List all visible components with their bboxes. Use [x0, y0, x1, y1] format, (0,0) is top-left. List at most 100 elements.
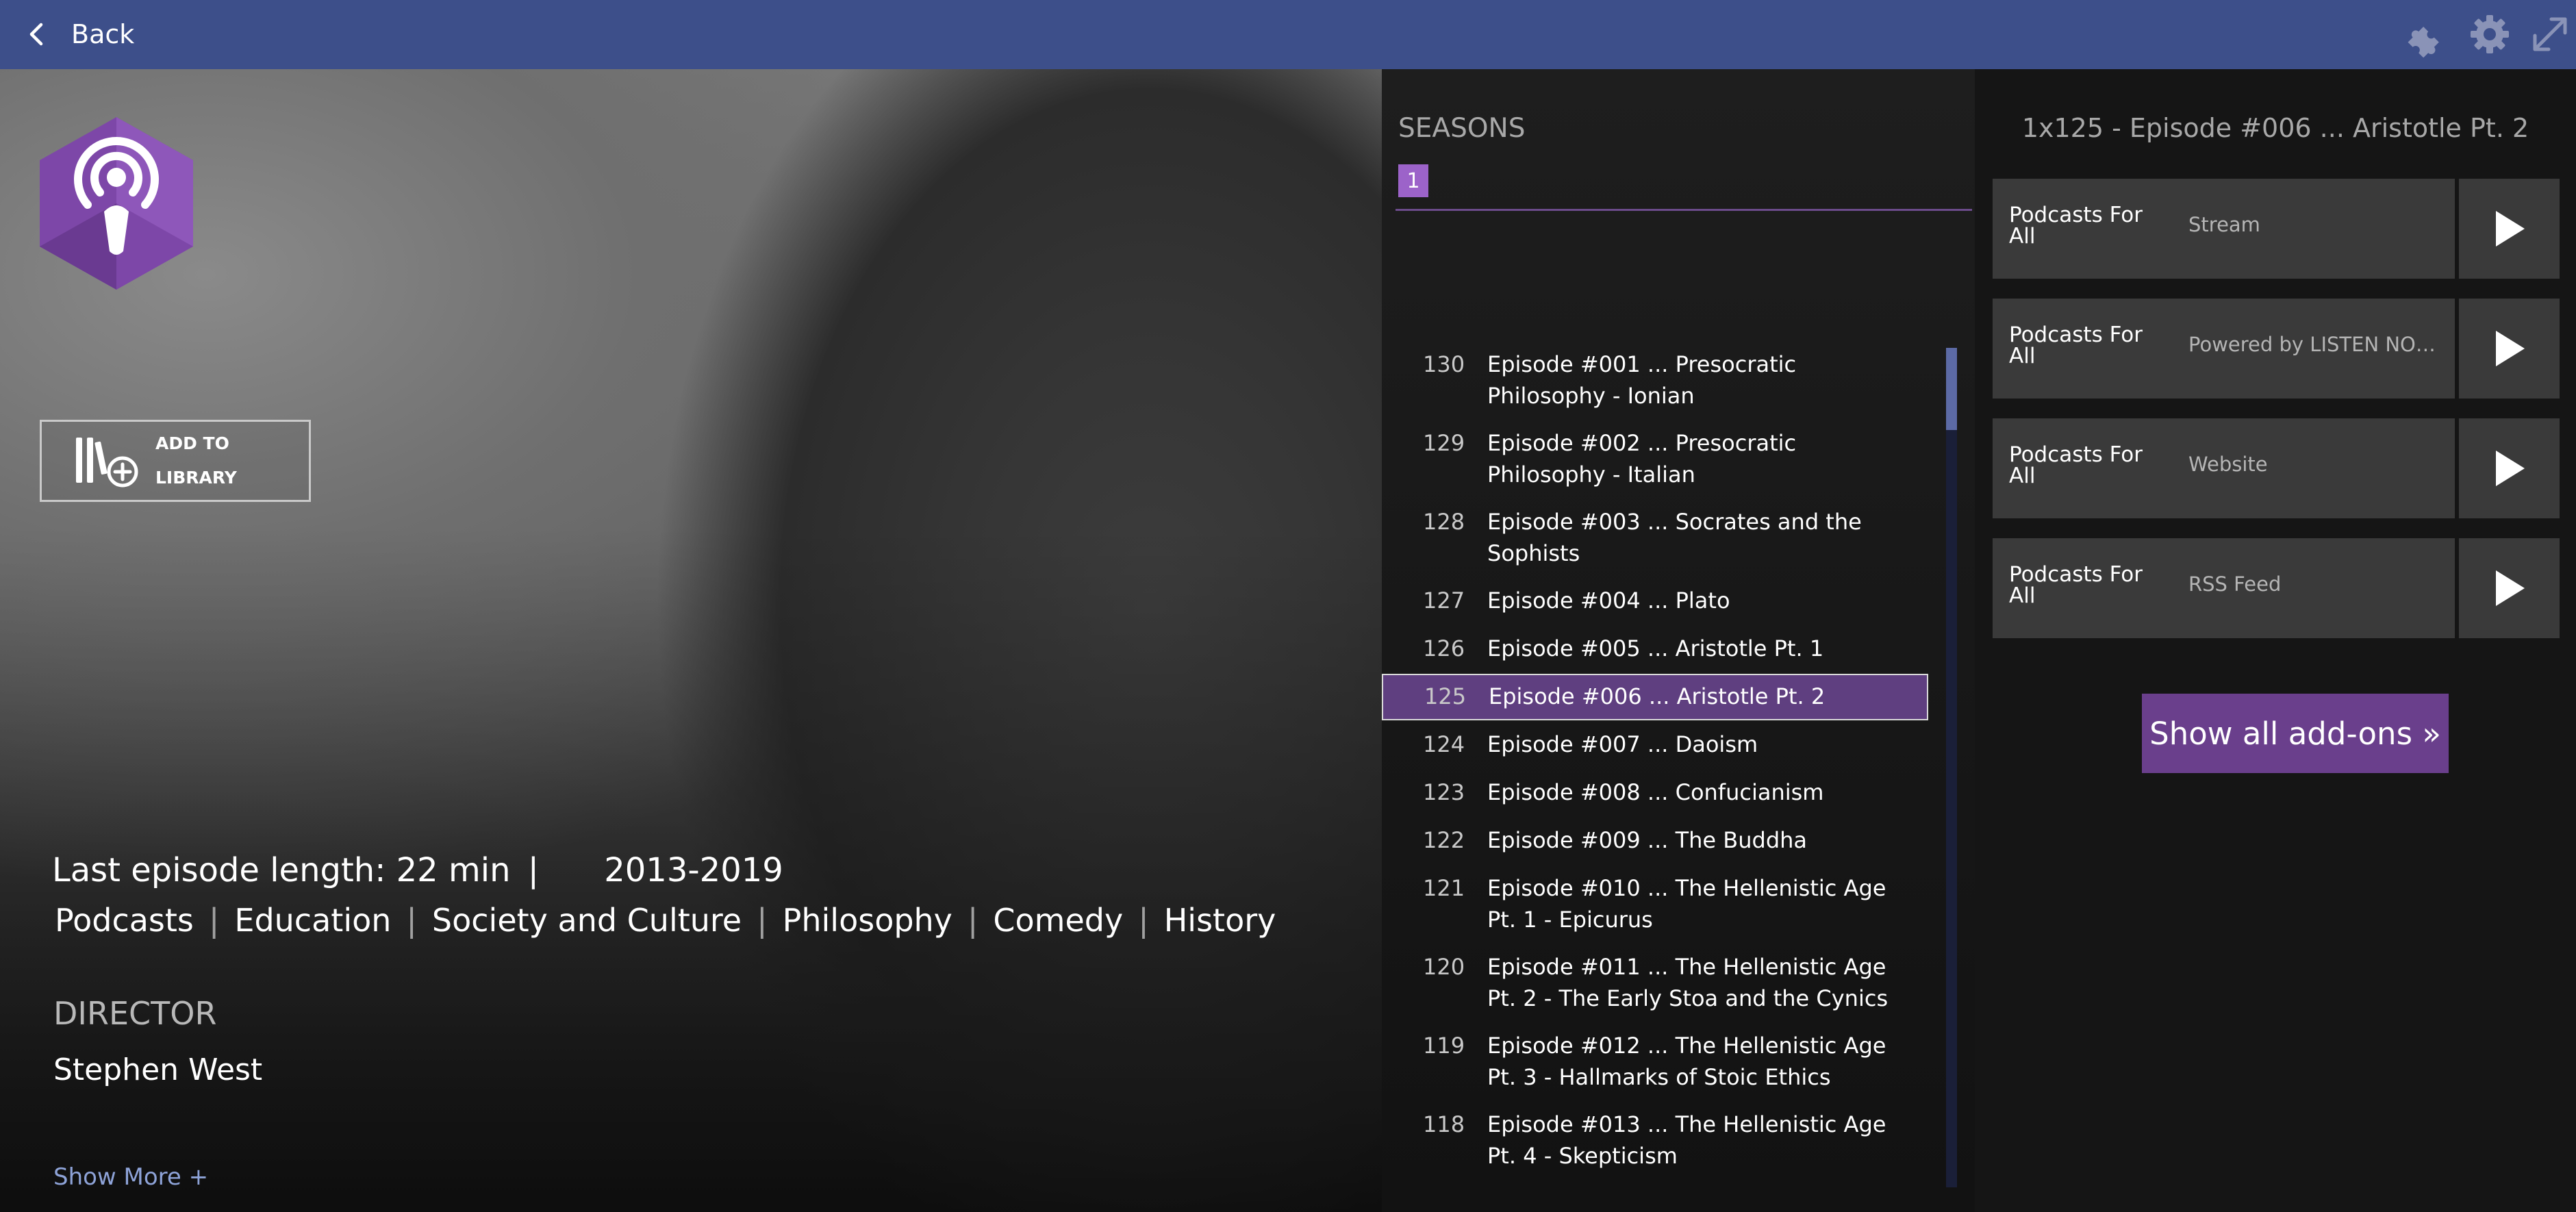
genre-separator: |: [967, 902, 978, 939]
play-icon: [2495, 570, 2525, 606]
stream-description: Powered by LISTEN NOT...: [2188, 333, 2442, 356]
episode-number: 124: [1423, 731, 1465, 757]
genre-separator: |: [1138, 902, 1149, 939]
episode-number: 128: [1423, 509, 1465, 535]
episode-number: 120: [1423, 954, 1465, 980]
episode-number: 122: [1423, 827, 1465, 853]
show-all-addons-button[interactable]: Show all add-ons »: [2142, 694, 2449, 773]
play-icon: [2495, 331, 2525, 366]
play-button[interactable]: [2459, 418, 2560, 518]
season-divider: [1396, 209, 1972, 211]
play-button[interactable]: [2459, 179, 2560, 279]
hero-background: ADD TO LIBRARY Last episode length: 22 m…: [0, 69, 1382, 1212]
show-more-link[interactable]: Show More +: [53, 1163, 208, 1191]
play-button[interactable]: [2459, 538, 2560, 638]
episode-row[interactable]: 122 Episode #009 ... The Buddha: [1382, 824, 1928, 868]
play-button[interactable]: [2459, 299, 2560, 399]
stream-description: Website: [2188, 453, 2268, 476]
stream-addon-name: Podcasts For All: [2009, 323, 2143, 368]
episode-number: 123: [1423, 779, 1465, 805]
episode-row[interactable]: 130 Episode #001 ... Presocratic Philoso…: [1382, 349, 1928, 422]
episode-title: Episode #005 ... Aristotle Pt. 1: [1487, 635, 1824, 661]
episode-title: Episode #010 ... The Hellenistic Age Pt.…: [1487, 875, 1886, 933]
episode-title: Episode #002 ... Presocratic Philosophy …: [1487, 430, 1797, 488]
episode-number: 129: [1423, 430, 1465, 456]
genre-separator: |: [757, 902, 768, 939]
fullscreen-icon[interactable]: [2527, 11, 2573, 58]
episode-scrollbar[interactable]: [1946, 348, 1957, 1187]
episode-title: Episode #006 ... Aristotle Pt. 2: [1489, 683, 1826, 709]
genre-separator: |: [208, 902, 220, 939]
episode-number: 127: [1423, 588, 1465, 614]
episode-number: 125: [1424, 683, 1467, 709]
puzzle-icon[interactable]: [2402, 11, 2449, 58]
stream-addon-name: Podcasts For All: [2009, 442, 2143, 488]
release-years: 2013-2019: [604, 851, 783, 889]
streams-panel: 1x125 - Episode #006 ... Aristotle Pt. 2…: [1975, 69, 2576, 1212]
stream-addon-name: Podcasts For All: [2009, 203, 2143, 249]
episode-row[interactable]: 124 Episode #007 ... Daoism: [1382, 729, 1928, 772]
episode-row[interactable]: 129 Episode #002 ... Presocratic Philoso…: [1382, 427, 1928, 501]
season-selector-1[interactable]: 1: [1398, 164, 1428, 197]
episode-row[interactable]: 126 Episode #005 ... Aristotle Pt. 1: [1382, 633, 1928, 677]
stream-item[interactable]: Podcasts For All RSS Feed: [1993, 538, 2560, 638]
podcast-logo: [40, 117, 193, 290]
stream-item[interactable]: Podcasts For All Website: [1993, 418, 2560, 518]
app-root: Back ADD TO LIBRARY Last episode length:…: [0, 0, 2576, 1212]
episode-row[interactable]: 123 Episode #008 ... Confucianism: [1382, 777, 1928, 820]
director-name[interactable]: Stephen West: [53, 1052, 262, 1087]
episode-title: Episode #008 ... Confucianism: [1487, 779, 1824, 805]
library-add-icon: [76, 438, 138, 488]
episode-row[interactable]: 127 Episode #004 ... Plato: [1382, 585, 1928, 629]
stream-description: Stream: [2188, 213, 2260, 236]
last-episode-length: Last episode length: 22 min: [52, 851, 511, 889]
episode-title: Episode #007 ... Daoism: [1487, 731, 1758, 757]
episode-number: 121: [1423, 875, 1465, 901]
stream-description: RSS Feed: [2188, 572, 2282, 596]
episode-row[interactable]: 121 Episode #010 ... The Hellenistic Age…: [1382, 872, 1928, 946]
add-to-library-button[interactable]: ADD TO LIBRARY: [40, 420, 311, 502]
genre-link[interactable]: Philosophy: [783, 902, 952, 939]
episode-number: 130: [1423, 351, 1465, 377]
genre-link[interactable]: Podcasts: [55, 902, 194, 939]
episode-title: Episode #003 ... Socrates and the Sophis…: [1487, 509, 1862, 566]
stream-info[interactable]: Podcasts For All Stream: [1993, 179, 2455, 279]
episode-row-selected[interactable]: 125 Episode #006 ... Aristotle Pt. 2: [1382, 674, 1928, 720]
stream-info[interactable]: Podcasts For All RSS Feed: [1993, 538, 2455, 638]
hero-shade: [0, 69, 1382, 1212]
genre-list: Podcasts | Education | Society and Cultu…: [55, 902, 1276, 939]
genre-link[interactable]: Education: [234, 902, 391, 939]
episode-title: Episode #009 ... The Buddha: [1487, 827, 1808, 853]
genre-link[interactable]: Comedy: [993, 902, 1123, 939]
gear-icon[interactable]: [2466, 11, 2513, 58]
stream-info[interactable]: Podcasts For All Powered by LISTEN NOT..…: [1993, 299, 2455, 399]
genre-link[interactable]: Society and Culture: [432, 902, 742, 939]
stream-item[interactable]: Podcasts For All Stream: [1993, 179, 2560, 279]
play-icon: [2495, 211, 2525, 247]
director-heading: DIRECTOR: [53, 995, 217, 1032]
stream-item[interactable]: Podcasts For All Powered by LISTEN NOT..…: [1993, 299, 2560, 399]
meta-line: Last episode length: 22 min | 2013-2019: [52, 851, 783, 889]
episode-title: Episode #001 ... Presocratic Philosophy …: [1487, 351, 1797, 409]
episode-title: Episode #012 ... The Hellenistic Age Pt.…: [1487, 1033, 1886, 1090]
episode-list: 130 Episode #001 ... Presocratic Philoso…: [1382, 349, 1930, 1212]
back-button[interactable]: Back: [23, 10, 134, 59]
genre-link[interactable]: History: [1164, 902, 1276, 939]
episode-row[interactable]: 120 Episode #011 ... The Hellenistic Age…: [1382, 951, 1928, 1025]
episode-title: Episode #013 ... The Hellenistic Age Pt.…: [1487, 1111, 1886, 1169]
episode-number: 119: [1423, 1033, 1465, 1059]
stream-addon-name: Podcasts For All: [2009, 562, 2143, 608]
episode-title: Episode #004 ... Plato: [1487, 588, 1730, 614]
chevron-left-icon: [29, 23, 43, 46]
episode-row[interactable]: 128 Episode #003 ... Socrates and the So…: [1382, 506, 1928, 580]
play-icon: [2495, 451, 2525, 486]
episode-row[interactable]: 118 Episode #013 ... The Hellenistic Age…: [1382, 1109, 1928, 1183]
episode-row[interactable]: 119 Episode #012 ... The Hellenistic Age…: [1382, 1030, 1928, 1104]
episodes-panel: SEASONS 1 130 Episode #001 ... Presocrat…: [1382, 69, 1975, 1212]
episode-number: 126: [1423, 635, 1465, 661]
seasons-heading: SEASONS: [1398, 113, 1526, 144]
stream-info[interactable]: Podcasts For All Website: [1993, 418, 2455, 518]
episode-scrollbar-thumb[interactable]: [1946, 348, 1957, 430]
selected-episode-title: 1x125 - Episode #006 ... Aristotle Pt. 2: [2021, 113, 2529, 143]
add-to-library-label: ADD TO LIBRARY: [155, 433, 237, 488]
